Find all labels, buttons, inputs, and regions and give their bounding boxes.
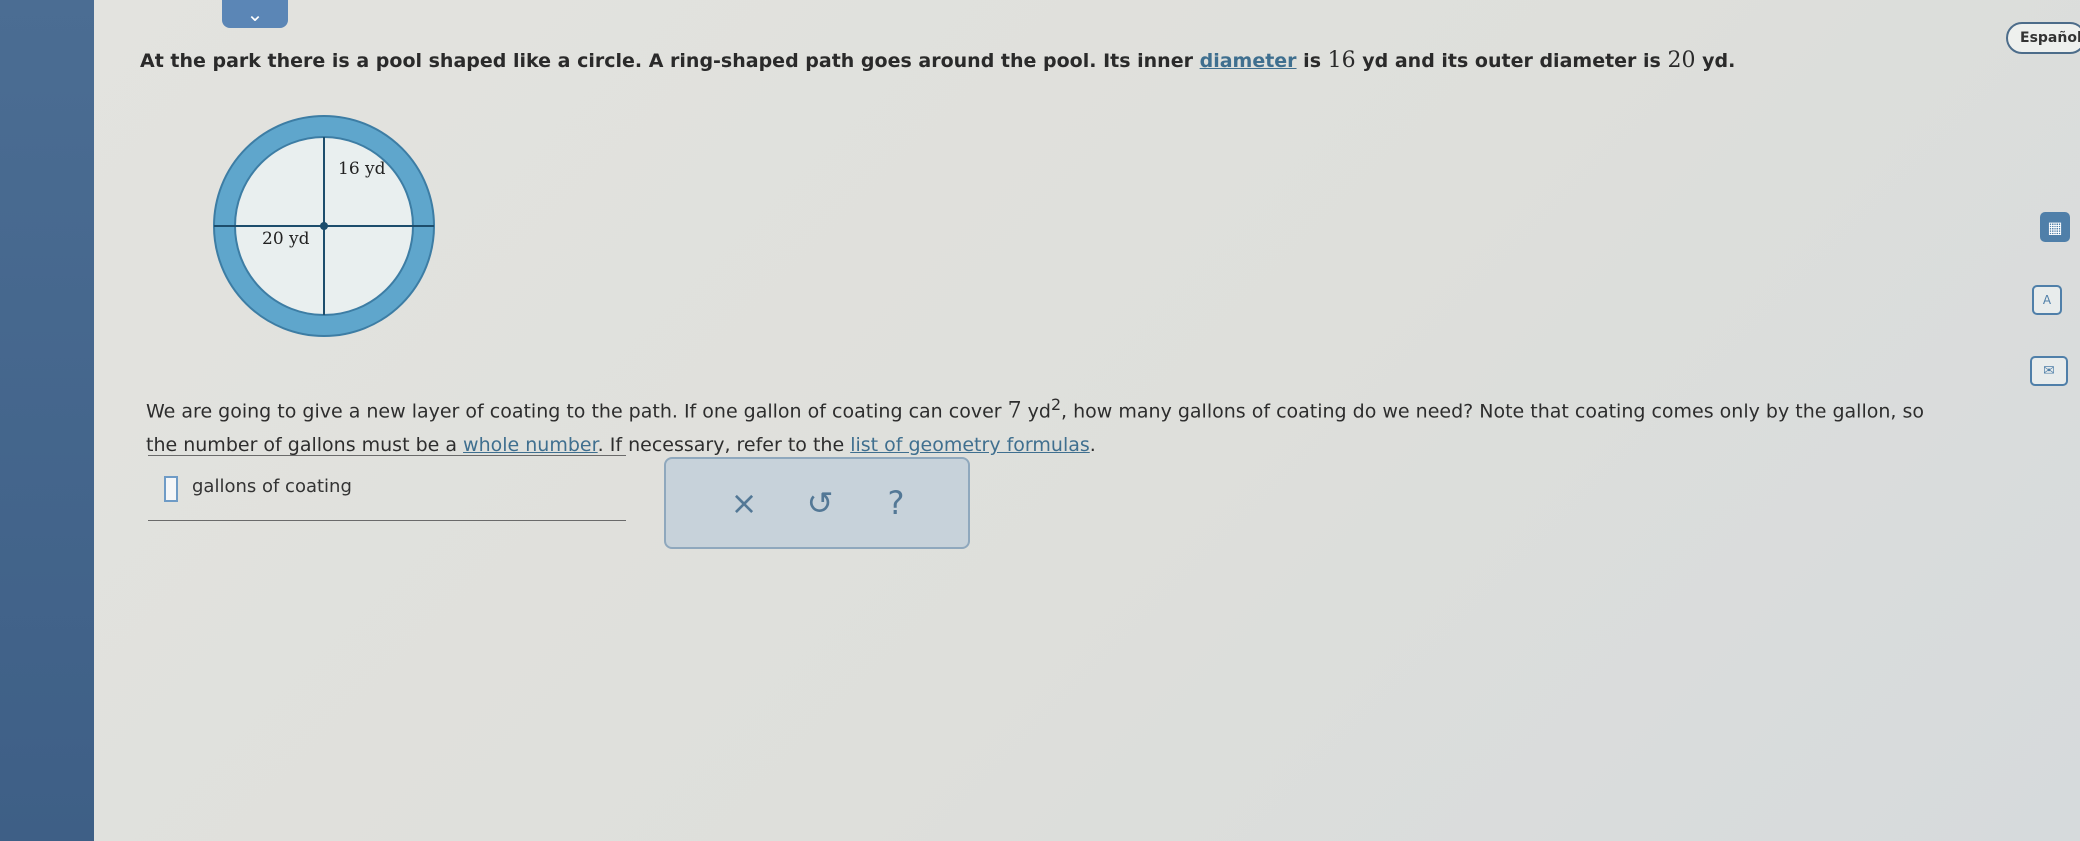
undo-icon: ↺	[806, 484, 834, 522]
outer-diameter-label: 20 yd	[262, 229, 310, 249]
inner-diameter-label: 16 yd	[338, 159, 386, 179]
coverage-value: 7	[1007, 398, 1022, 424]
mail-icon[interactable]: ✉	[2030, 356, 2068, 386]
unit-exponent: 2	[1050, 395, 1062, 414]
center-point	[320, 222, 328, 230]
outer-diameter-value: 20	[1667, 48, 1696, 73]
problem-text-part: At the park there is a pool shaped like …	[140, 50, 1200, 72]
close-icon: ×	[730, 484, 758, 522]
answer-tools: × ↺ ?	[664, 457, 970, 549]
problem-text-part: yd and its outer diameter is	[1355, 50, 1668, 72]
problem-text-part: yd.	[1695, 50, 1736, 72]
question-text-part: .	[1089, 434, 1096, 457]
whole-number-link[interactable]: whole number	[463, 434, 598, 456]
answer-area: gallons of coating	[148, 455, 626, 521]
calculator-icon[interactable]: ▦	[2040, 212, 2070, 242]
question-text-part: We are going to give a new layer of coat…	[146, 400, 1008, 423]
text-icon[interactable]: A	[2032, 285, 2062, 315]
inner-diameter-value: 16	[1327, 48, 1356, 73]
ring-diagram: 16 yd 20 yd	[213, 115, 435, 337]
coverage-unit: yd	[1027, 400, 1051, 423]
language-toggle-button[interactable]: Español	[2006, 22, 2080, 54]
question-text-part: . If necessary, refer to the	[597, 434, 851, 457]
left-edge-bar	[0, 0, 94, 841]
problem-text-part: is	[1296, 50, 1328, 72]
answer-unit-label: gallons of coating	[192, 476, 352, 497]
question-text: We are going to give a new layer of coat…	[146, 388, 1926, 462]
answer-input[interactable]	[164, 476, 178, 502]
help-icon: ?	[887, 484, 905, 522]
collapse-tab[interactable]: ⌄	[222, 0, 288, 28]
geometry-formulas-link[interactable]: list of geometry formulas	[850, 434, 1090, 456]
help-button[interactable]: ?	[868, 481, 924, 525]
language-label: Español	[2020, 30, 2080, 46]
problem-statement: At the park there is a pool shaped like …	[140, 48, 1890, 73]
ring-figure: 16 yd 20 yd	[210, 108, 450, 348]
diameter-link[interactable]: diameter	[1200, 50, 1297, 72]
undo-button[interactable]: ↺	[792, 481, 848, 525]
chevron-down-icon: ⌄	[246, 2, 264, 26]
clear-button[interactable]: ×	[716, 481, 772, 525]
